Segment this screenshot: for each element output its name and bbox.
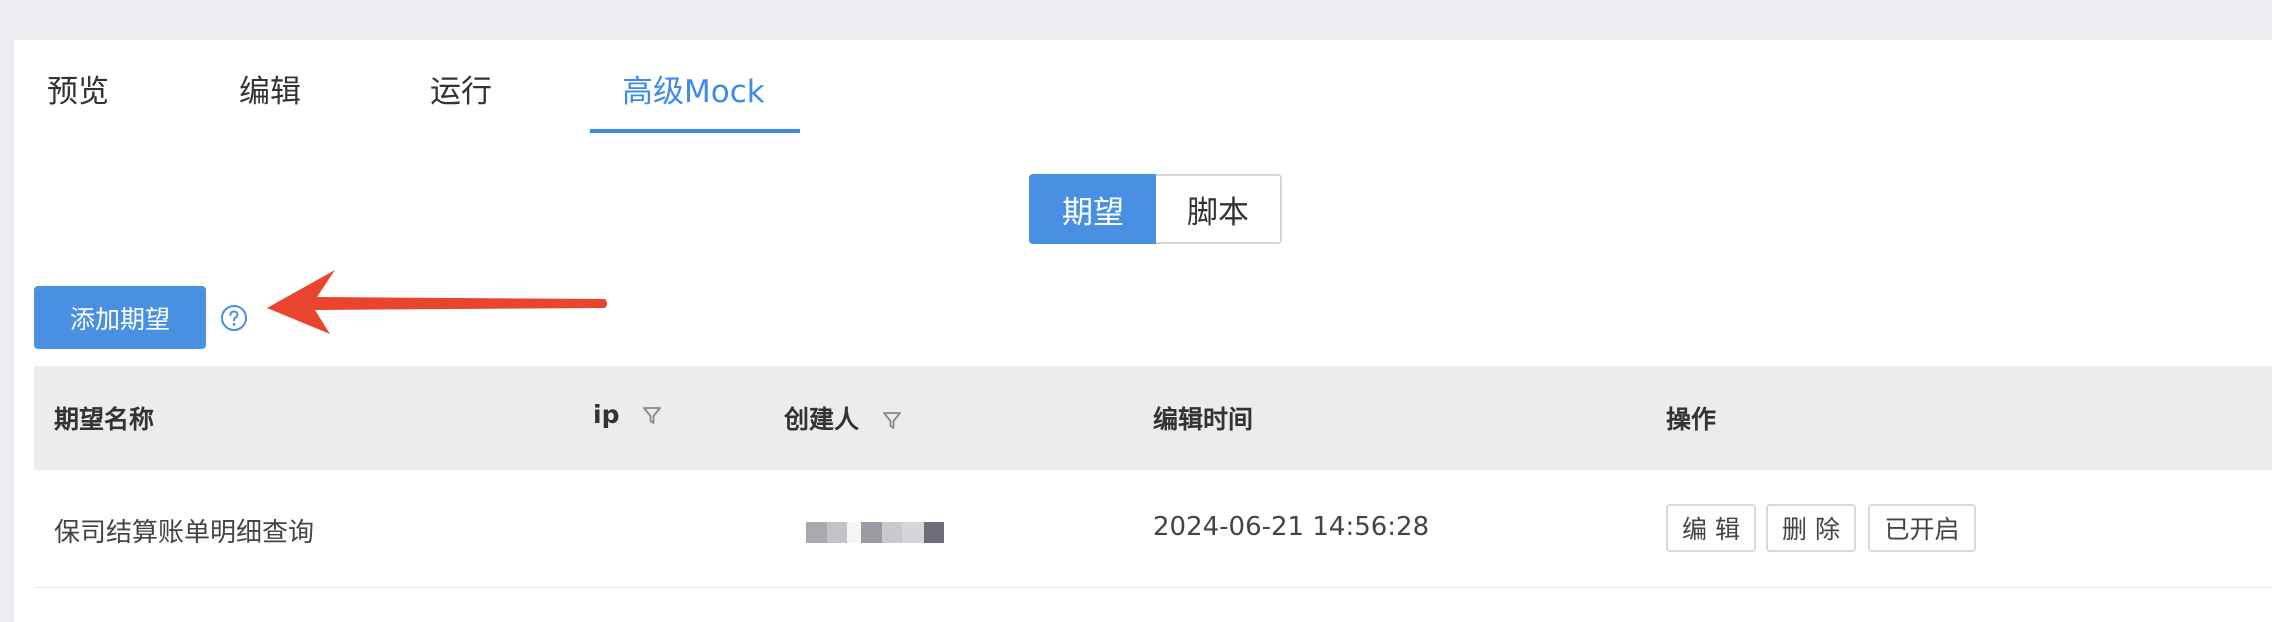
filter-icon[interactable] xyxy=(882,410,902,432)
delete-button[interactable]: 删 除 xyxy=(1766,504,1856,552)
column-header-ip-label: ip xyxy=(593,400,620,429)
arrow-annotation xyxy=(267,270,607,334)
segment-script[interactable]: 脚本 xyxy=(1156,174,1282,244)
table-row: 保司结算账单明细查询 2024-06-21 14:56:28 编 辑 删 除 已… xyxy=(34,470,2272,588)
column-header-edit-time: 编辑时间 xyxy=(1153,405,1254,434)
filter-icon[interactable] xyxy=(642,405,662,427)
table-header: 期望名称 ip 创建人 编辑时间 操作 xyxy=(34,366,2272,471)
column-header-creator: 创建人 xyxy=(784,400,902,436)
enabled-toggle-button[interactable]: 已开启 xyxy=(1868,504,1976,552)
column-header-ip: ip xyxy=(593,400,662,429)
add-expectation-button[interactable]: 添加期望 xyxy=(34,286,206,349)
column-header-actions: 操作 xyxy=(1666,405,1717,434)
edit-button[interactable]: 编 辑 xyxy=(1666,504,1756,552)
edit-time: 2024-06-21 14:56:28 xyxy=(1153,512,1430,542)
column-header-name: 期望名称 xyxy=(54,405,155,434)
creator-redacted xyxy=(806,522,944,543)
segment-expectation[interactable]: 期望 xyxy=(1029,174,1157,244)
tab-bar: 预览 编辑 运行 高级Mock xyxy=(14,40,2272,134)
tab-advanced-mock[interactable]: 高级Mock xyxy=(622,66,765,111)
question-circle-icon[interactable] xyxy=(220,304,248,332)
tab-edit[interactable]: 编辑 xyxy=(239,66,301,111)
tab-preview[interactable]: 预览 xyxy=(47,66,109,111)
expectation-name: 保司结算账单明细查询 xyxy=(54,518,315,548)
tab-active-indicator xyxy=(590,129,800,133)
tab-run[interactable]: 运行 xyxy=(430,66,492,111)
column-header-creator-label: 创建人 xyxy=(784,405,860,434)
